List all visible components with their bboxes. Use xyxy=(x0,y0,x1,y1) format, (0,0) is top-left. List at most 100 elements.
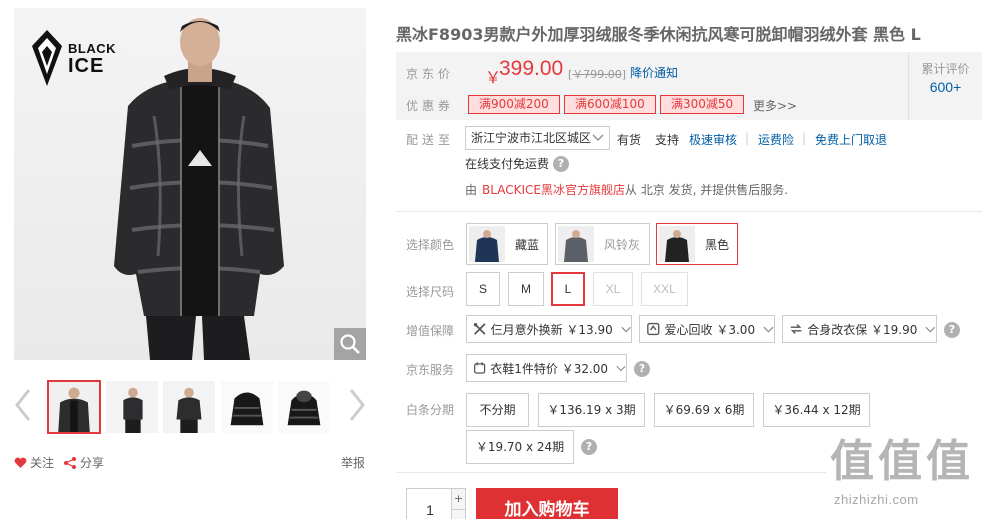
heart-icon xyxy=(14,457,27,468)
coupon-badge[interactable]: 满600减100 xyxy=(564,95,656,114)
exchange-icon xyxy=(790,324,802,334)
recycle-icon xyxy=(647,322,660,336)
chevron-down-icon xyxy=(592,134,604,141)
warranty-accident-replacement[interactable]: 仨月意外换新 ￥13.90 xyxy=(466,315,632,343)
store-link[interactable]: BLACKICE黑冰官方旗舰店 xyxy=(482,181,625,198)
brand-mark-icon xyxy=(32,30,62,86)
service-link-return-insurance[interactable]: 运费险 xyxy=(758,131,794,148)
help-icon[interactable]: ? xyxy=(634,361,650,377)
size-option-xxl[interactable]: XXL xyxy=(641,272,688,306)
warranty-item-label: 爱心回收 ￥3.00 xyxy=(664,322,756,337)
magnifier-icon xyxy=(340,334,360,354)
installment-3[interactable]: ￥136.19 x 3期 xyxy=(538,393,645,427)
product-actions: 关注 分享 举报 xyxy=(14,454,366,472)
separator: | xyxy=(745,131,750,145)
thumbnail-image xyxy=(163,381,215,433)
service-link-fast-review[interactable]: 极速审核 xyxy=(689,131,737,148)
thumbnail-image xyxy=(278,381,330,433)
watermark-glyph: 值 xyxy=(926,436,970,487)
share-button[interactable]: 分享 xyxy=(63,454,104,471)
divider xyxy=(396,472,826,473)
service-link-free-pickup[interactable]: 免费上门取退 xyxy=(815,131,887,148)
jd-service-shoe-clothes[interactable]: 衣鞋1件特价 ￥32.00 xyxy=(466,354,627,382)
installment-6[interactable]: ￥69.69 x 6期 xyxy=(654,393,754,427)
jd-service-item-label: 衣鞋1件特价 ￥32.00 xyxy=(490,361,609,376)
coupon-badge[interactable]: 满900减200 xyxy=(468,95,560,114)
divider xyxy=(396,211,982,212)
thumbnail-image xyxy=(221,381,273,433)
size-option-l[interactable]: L xyxy=(551,272,585,306)
color-option-black[interactable]: 黑色 xyxy=(656,223,738,265)
thumbnail-image xyxy=(106,381,158,433)
quantity-minus-button[interactable] xyxy=(451,510,465,519)
thumbnail-item[interactable] xyxy=(220,380,274,434)
follow-label: 关注 xyxy=(30,456,55,470)
installment-none[interactable]: 不分期 xyxy=(466,393,529,427)
installment-24[interactable]: ￥19.70 x 24期 xyxy=(466,430,574,464)
prev-arrow-icon[interactable] xyxy=(14,388,32,422)
quantity-stepper: 1 + xyxy=(406,488,466,519)
size-label: 选择尺码 xyxy=(406,285,455,299)
chevron-down-icon xyxy=(616,365,626,372)
next-arrow-icon[interactable] xyxy=(348,388,366,422)
share-icon xyxy=(64,456,76,469)
help-icon[interactable]: ? xyxy=(553,156,569,172)
more-coupons-link[interactable]: 更多>> xyxy=(753,97,797,114)
color-swatch-image xyxy=(659,226,695,262)
chevron-down-icon xyxy=(621,326,631,333)
report-link[interactable]: 举报 xyxy=(341,454,365,471)
jd-service-label: 京东服务 xyxy=(406,363,455,377)
report-label: 举报 xyxy=(341,456,366,470)
size-option-xl[interactable]: XL xyxy=(593,272,633,306)
size-option-s[interactable]: S xyxy=(466,272,500,306)
color-label: 选择颜色 xyxy=(406,238,455,252)
chevron-down-icon xyxy=(925,326,936,333)
warranty-item-label: 合身改衣保 ￥19.90 xyxy=(807,322,918,337)
warranty-label: 增值保障 xyxy=(406,324,455,338)
rating-count-link[interactable]: 600+ xyxy=(909,79,982,95)
color-option-navy[interactable]: 藏蓝 xyxy=(466,223,548,265)
follow-button[interactable]: 关注 xyxy=(14,454,54,471)
ship-from-suffix: 从 北京 发货, 并提供售后服务. xyxy=(625,183,789,197)
warranty-tailoring[interactable]: 合身改衣保 ￥19.90 xyxy=(782,315,937,343)
watermark-url: zhizhizhi.com xyxy=(834,492,919,507)
color-option-label: 黑色 xyxy=(705,238,730,252)
price-summary: 京东价 ￥ 399.00 [￥799.00] 降价通知 优惠券 满900减200… xyxy=(396,52,982,120)
zoom-button[interactable] xyxy=(334,328,366,360)
warranty-item-label: 仨月意外换新 ￥13.90 xyxy=(490,322,613,337)
rating-label: 累计评价 xyxy=(921,62,970,76)
coupon-badge[interactable]: 满300减50 xyxy=(660,95,745,114)
separator: | xyxy=(802,131,807,145)
stock-status: 有货 xyxy=(617,133,642,147)
current-price: 399.00 xyxy=(499,57,564,80)
payment-note: 在线支付免运费 xyxy=(465,157,550,171)
coupon-label: 优惠券 xyxy=(406,99,455,113)
help-icon[interactable]: ? xyxy=(581,439,597,455)
thumbnail-strip xyxy=(14,378,366,434)
main-product-image[interactable]: BLACK ICE xyxy=(14,8,366,360)
address-selector[interactable]: 浙江宁波市江北区城区 xyxy=(465,126,610,150)
tools-icon xyxy=(473,323,486,335)
chevron-down-icon xyxy=(763,326,774,333)
color-swatch-image xyxy=(558,226,594,262)
thumbnail-item[interactable] xyxy=(162,380,216,434)
watermark: 值 值 值 zhizhizhi.com xyxy=(828,436,978,516)
quantity-plus-button[interactable]: + xyxy=(451,489,465,510)
help-icon[interactable]: ? xyxy=(944,322,960,338)
price-drop-notify-link[interactable]: 降价通知 xyxy=(630,64,678,81)
color-swatch-image xyxy=(469,226,505,262)
thumbnail-item[interactable] xyxy=(47,380,101,434)
thumbnail-item[interactable] xyxy=(105,380,159,434)
product-title: 黑冰F8903男款户外加厚羽绒服冬季休闲抗风寒可脱卸帽羽绒外套 黑色 L xyxy=(396,25,921,44)
add-to-cart-button[interactable]: 加入购物车 xyxy=(476,488,618,519)
installment-12[interactable]: ￥36.44 x 12期 xyxy=(763,393,870,427)
warranty-recycle[interactable]: 爱心回收 ￥3.00 xyxy=(639,315,775,343)
delivery-label: 配送至 xyxy=(406,133,455,147)
color-option-gray[interactable]: 风铃灰 xyxy=(555,223,650,265)
watermark-glyph: 值 xyxy=(830,436,874,487)
size-option-m[interactable]: M xyxy=(508,272,544,306)
quantity-input[interactable]: 1 xyxy=(407,489,453,519)
color-option-label: 藏蓝 xyxy=(515,238,540,252)
thumbnail-item[interactable] xyxy=(277,380,331,434)
price-label: 京东价 xyxy=(406,67,455,81)
